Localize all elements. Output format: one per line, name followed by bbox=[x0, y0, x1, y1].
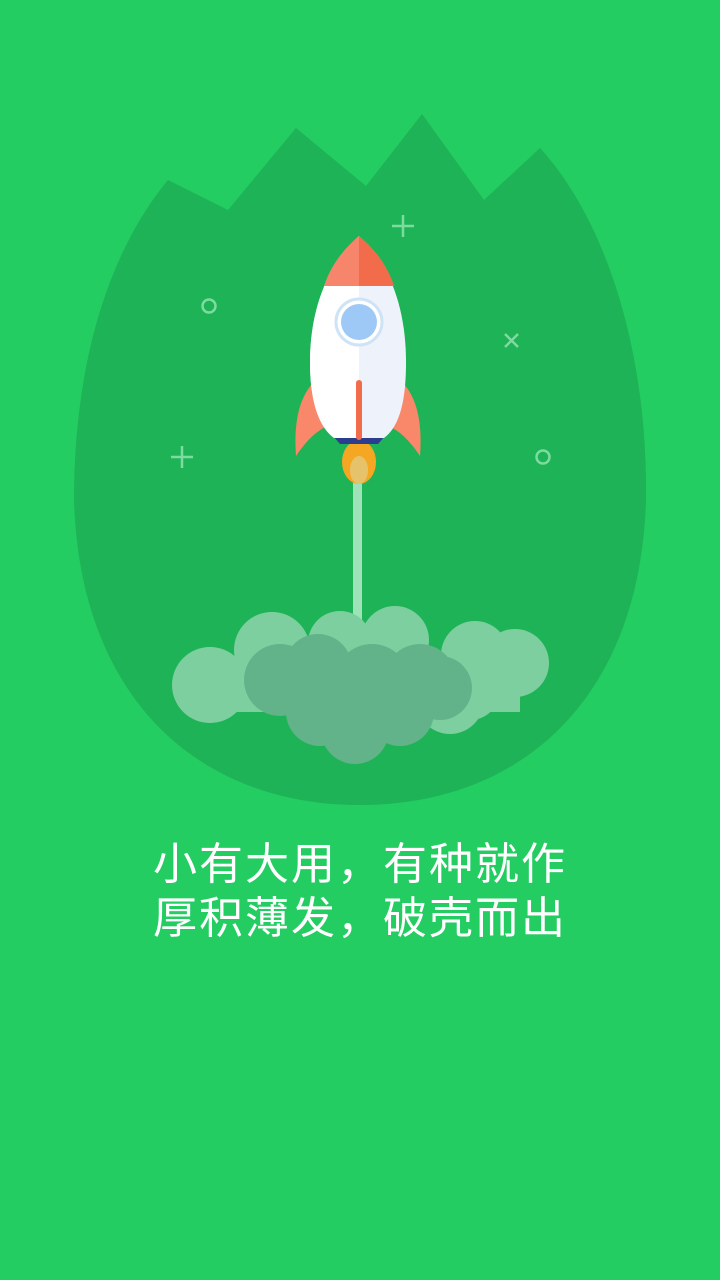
splash-illustration bbox=[74, 114, 647, 805]
slogan: 小有大用，有种就作 厚积薄发，破壳而出 bbox=[0, 838, 720, 946]
slogan-line-2: 厚积薄发，破壳而出 bbox=[153, 893, 567, 944]
slogan-line-1: 小有大用，有种就作 bbox=[153, 839, 567, 890]
splash-screen: 小有大用，有种就作 厚积薄发，破壳而出 bbox=[0, 0, 720, 1280]
